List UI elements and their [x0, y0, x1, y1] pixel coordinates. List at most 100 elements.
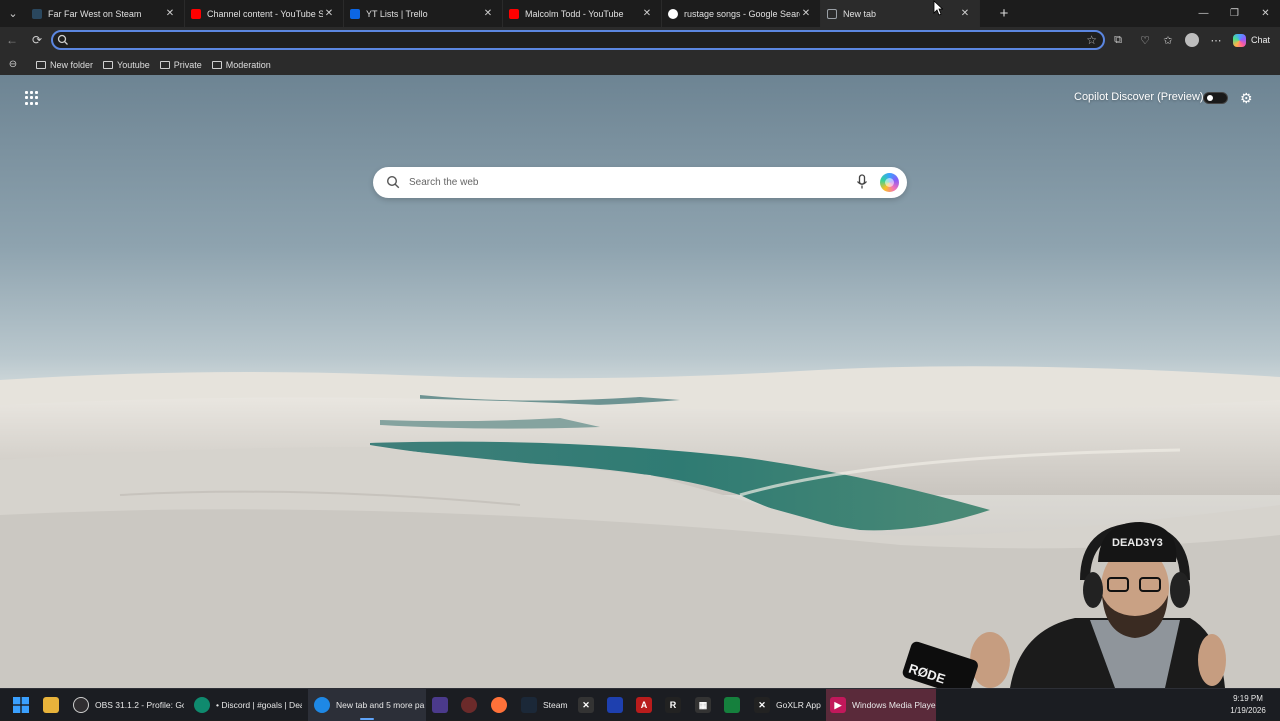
app-icon[interactable] — [461, 697, 477, 713]
app-icon[interactable] — [607, 697, 623, 713]
app-icon[interactable] — [432, 697, 448, 713]
tab-youtube-malcolm[interactable]: Malcolm Todd - YouTube ✕ — [503, 0, 662, 27]
app-icon[interactable]: A — [636, 697, 652, 713]
bookmark-label: New folder — [50, 59, 94, 70]
folder-icon — [159, 60, 170, 69]
web-search-box[interactable] — [373, 167, 907, 198]
folder-icon — [103, 60, 114, 69]
tab-youtube-studio[interactable]: Channel content - YouTube Studio ✕ — [185, 0, 344, 27]
close-icon[interactable]: ✕ — [482, 8, 494, 19]
bookmark-label: Private — [173, 59, 202, 70]
app-icon[interactable]: R — [665, 697, 681, 713]
address-bar[interactable]: ☆ — [51, 30, 1105, 50]
copilot-discover-toggle[interactable] — [1203, 92, 1228, 104]
refresh-button[interactable]: ⟳ — [29, 32, 45, 48]
workspaces-icon[interactable]: ⊖ — [0, 59, 26, 70]
steam-icon — [32, 8, 42, 19]
taskbar-label: OBS 31.1.2 - Profile: GoX — [95, 700, 184, 710]
microphone-icon[interactable] — [856, 174, 868, 190]
copilot-discover-label: Copilot Discover (Preview) — [1074, 91, 1204, 103]
tab-actions-menu-button[interactable]: ⌄ — [0, 0, 26, 27]
start-button[interactable] — [13, 697, 29, 713]
tab-title: YT Lists | Trello — [366, 8, 428, 19]
steam-icon — [521, 697, 537, 713]
taskbar-label: New tab and 5 more pa — [336, 700, 425, 710]
cap-text: DEAD3Y3 — [1112, 537, 1163, 549]
taskbar-obs[interactable]: OBS 31.1.2 - Profile: GoX — [69, 689, 184, 721]
tab-new-tab[interactable]: New tab ✕ — [821, 0, 980, 27]
file-explorer-icon[interactable] — [43, 697, 59, 713]
taskbar-windows-media-player[interactable]: ▶ Windows Media Player — [826, 689, 936, 721]
taskbar-label: GoXLR App — [776, 700, 821, 710]
bookmark-label: Moderation — [225, 59, 271, 70]
app-icon[interactable]: ▦ — [695, 697, 711, 713]
folder-icon — [211, 60, 222, 69]
app-icon[interactable] — [724, 697, 740, 713]
address-input[interactable] — [71, 33, 1071, 47]
favorites-icon[interactable]: ✩ — [1160, 32, 1176, 48]
close-icon[interactable]: ✕ — [164, 8, 176, 19]
more-options-icon[interactable]: ⋯ — [1208, 32, 1224, 48]
back-button[interactable]: ← — [4, 32, 20, 48]
edge-icon — [194, 697, 210, 713]
close-icon[interactable]: ✕ — [959, 8, 971, 19]
close-window-button[interactable]: ✕ — [1250, 0, 1280, 27]
taskbar-edge-newtab[interactable]: New tab and 5 more pa — [308, 689, 426, 721]
newtab-icon — [827, 8, 837, 19]
favorite-star-icon[interactable]: ☆ — [1086, 33, 1097, 47]
taskbar-discord-edge[interactable]: • Discord | #goals | Deac — [190, 689, 302, 721]
copilot-icon — [1233, 33, 1246, 47]
mouse-cursor-icon — [933, 0, 943, 16]
minimize-button[interactable]: — — [1188, 0, 1219, 27]
browser-essentials-icon[interactable]: ♡ — [1137, 32, 1153, 48]
tab-title: rustage songs - Google Search — [684, 8, 800, 19]
tab-google-search[interactable]: rustage songs - Google Search ✕ — [662, 0, 821, 27]
new-tab-button[interactable]: + — [992, 5, 1016, 22]
chat-label: Chat — [1251, 35, 1271, 45]
taskbar-label: Steam — [543, 700, 568, 710]
close-icon[interactable]: ✕ — [641, 8, 653, 19]
taskbar-goxlr[interactable]: ✕ GoXLR App — [750, 689, 822, 721]
bookmarks-bar: ⊖ New folder Youtube Private Moderation — [0, 54, 1280, 75]
youtube-icon — [191, 8, 201, 19]
copilot-icon[interactable] — [880, 173, 899, 192]
close-icon[interactable]: ✕ — [800, 8, 812, 19]
edge-icon — [314, 697, 330, 713]
bookmark-label: Youtube — [117, 59, 150, 70]
taskbar-label: Windows Media Player — [852, 700, 936, 710]
tab-strip: ⌄ Far Far West on Steam ✕ Channel conten… — [0, 0, 1280, 27]
clock-time: 9:19 PM — [1233, 694, 1263, 703]
goxlr-icon: ✕ — [754, 697, 770, 713]
bookmark-moderation[interactable]: Moderation — [211, 59, 271, 70]
tab-title: Channel content - YouTube Studio — [207, 8, 323, 19]
profile-avatar-icon[interactable] — [1184, 32, 1200, 48]
tab-trello[interactable]: YT Lists | Trello ✕ — [344, 0, 503, 27]
restore-button[interactable]: ❐ — [1219, 0, 1250, 27]
gear-icon[interactable]: ⚙ — [1240, 90, 1253, 107]
search-icon — [57, 34, 68, 45]
youtube-icon — [509, 8, 519, 19]
folder-icon — [36, 60, 46, 69]
bookmark-private[interactable]: Private — [159, 59, 202, 70]
system-clock[interactable]: 9:19 PM 1/19/2026 — [1226, 693, 1270, 717]
extensions-icon[interactable]: ⧉ — [1110, 32, 1126, 48]
search-input[interactable] — [409, 175, 849, 190]
tab-steam[interactable]: Far Far West on Steam ✕ — [26, 0, 185, 27]
firefox-icon[interactable] — [491, 697, 507, 713]
media-player-icon: ▶ — [830, 697, 846, 713]
webcam-overlay: DEAD3Y3 RØDE — [902, 522, 1226, 688]
bookmark-youtube[interactable]: Youtube — [103, 60, 150, 70]
obs-icon — [73, 697, 89, 713]
search-icon — [386, 175, 400, 189]
google-icon — [668, 8, 678, 19]
copilot-chat-button[interactable]: Chat — [1233, 31, 1270, 49]
close-icon[interactable]: ✕ — [323, 8, 335, 19]
tab-title: Malcolm Todd - YouTube — [525, 8, 624, 19]
app-icon[interactable]: ✕ — [578, 697, 594, 713]
windows-icon — [13, 697, 29, 713]
trello-icon — [350, 8, 360, 19]
taskbar-steam[interactable]: Steam — [517, 689, 572, 721]
bookmark-new-folder[interactable]: New folder — [36, 60, 93, 70]
apps-launcher-button[interactable] — [25, 91, 39, 105]
tab-title: Far Far West on Steam — [48, 8, 142, 19]
